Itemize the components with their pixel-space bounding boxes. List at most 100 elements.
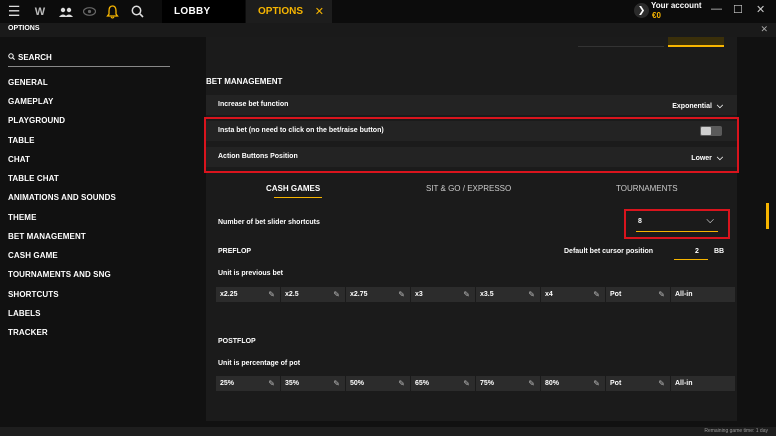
sidebar-item-animations-and-sounds[interactable]: ANIMATIONS AND SOUNDS xyxy=(8,193,116,202)
sidebar-item-table-chat[interactable]: TABLE CHAT xyxy=(8,174,59,183)
active-tab-indicator xyxy=(274,197,322,198)
cursor-position-input[interactable]: 2 xyxy=(695,248,699,255)
highlight-box xyxy=(204,117,739,173)
main-content: BET MANAGEMENT Increase bet function Exp… xyxy=(194,37,776,427)
maximize-icon[interactable]: ☐ xyxy=(733,3,743,16)
search-icon[interactable] xyxy=(129,3,145,20)
chip-value: 80% xyxy=(545,380,560,387)
preflop-chip[interactable]: x3.5 ✎ xyxy=(476,287,540,302)
chip-value: All-in xyxy=(675,291,693,298)
pencil-icon[interactable]: ✎ xyxy=(398,287,405,302)
chip-value: x2.75 xyxy=(350,291,368,298)
brand-logo-icon[interactable]: W xyxy=(30,3,50,20)
preflop-unit-label: Unit is previous bet xyxy=(218,270,283,277)
scrolled-field xyxy=(578,37,664,47)
bell-icon[interactable] xyxy=(105,3,119,20)
sidebar-item-theme[interactable]: THEME xyxy=(8,213,37,222)
eye-icon[interactable] xyxy=(82,3,96,20)
preflop-chips: x2.25 ✎ x2.5 ✎ x2.75 ✎ x3 ✎ x3.5 ✎ x4 ✎ Pot ✎ All-in xyxy=(216,287,735,302)
sidebar-item-gameplay[interactable]: GAMEPLAY xyxy=(8,97,53,106)
menu-icon[interactable]: ☰ xyxy=(6,3,22,20)
minimize-icon[interactable]: — xyxy=(711,3,722,15)
search-input[interactable]: SEARCH xyxy=(8,53,52,62)
tab-options[interactable]: OPTIONS ✕ xyxy=(246,0,332,23)
pencil-icon[interactable]: ✎ xyxy=(333,287,340,302)
increase-bet-dropdown[interactable]: Exponential ⌵ xyxy=(672,101,723,111)
section-title-bet-management: BET MANAGEMENT xyxy=(206,77,283,86)
postflop-chip[interactable]: 50% ✎ xyxy=(346,376,410,391)
increase-bet-row[interactable]: Increase bet function Exponential ⌵ xyxy=(206,95,737,115)
top-bar: ☰ W LOBBY OPTIONS ✕ ❯ Your account €0 — … xyxy=(0,0,776,23)
sidebar-item-playground[interactable]: PLAYGROUND xyxy=(8,116,65,125)
close-window-icon[interactable]: ✕ xyxy=(756,3,765,16)
tab-sit-and-go[interactable]: SIT & GO / EXPRESSO xyxy=(426,184,511,193)
chip-value: x2.25 xyxy=(220,291,238,298)
pencil-icon[interactable]: ✎ xyxy=(528,287,535,302)
preflop-chip[interactable]: x2.5 ✎ xyxy=(281,287,345,302)
preflop-chip[interactable]: All-in xyxy=(671,287,735,302)
close-icon[interactable]: ✕ xyxy=(760,24,768,35)
section-title-postflop: POSTFLOP xyxy=(218,338,256,345)
account-label[interactable]: Your account xyxy=(651,1,702,10)
preflop-chip[interactable]: x2.25 ✎ xyxy=(216,287,280,302)
scrollbar-thumb[interactable] xyxy=(766,203,769,229)
page-title: OPTIONS xyxy=(8,25,40,32)
postflop-chip[interactable]: 75% ✎ xyxy=(476,376,540,391)
pencil-icon[interactable]: ✎ xyxy=(658,376,665,391)
sidebar-item-general[interactable]: GENERAL xyxy=(8,78,48,87)
tab-tournaments[interactable]: TOURNAMENTS xyxy=(616,184,678,193)
pencil-icon[interactable]: ✎ xyxy=(268,376,275,391)
postflop-chip[interactable]: 65% ✎ xyxy=(411,376,475,391)
postflop-chip[interactable]: Pot ✎ xyxy=(606,376,670,391)
preflop-chip[interactable]: x3 ✎ xyxy=(411,287,475,302)
postflop-chip[interactable]: 80% ✎ xyxy=(541,376,605,391)
close-tab-icon[interactable]: ✕ xyxy=(315,5,324,18)
chip-value: x4 xyxy=(545,291,553,298)
preflop-chip[interactable]: x2.75 ✎ xyxy=(346,287,410,302)
pencil-icon[interactable]: ✎ xyxy=(528,376,535,391)
sidebar-item-chat[interactable]: CHAT xyxy=(8,155,30,164)
sidebar-item-bet-management[interactable]: BET MANAGEMENT xyxy=(8,232,86,241)
sidebar-item-tournaments-and-sng[interactable]: TOURNAMENTS AND SNG xyxy=(8,270,111,279)
pencil-icon[interactable]: ✎ xyxy=(333,376,340,391)
increase-bet-label: Increase bet function xyxy=(218,101,289,108)
cursor-input-underline xyxy=(674,259,708,260)
settings-panel: BET MANAGEMENT Increase bet function Exp… xyxy=(204,37,739,421)
shortcut-count-label: Number of bet slider shortcuts xyxy=(218,219,320,226)
search-underline xyxy=(8,66,170,67)
section-title-preflop: PREFLOP xyxy=(218,248,252,255)
chip-value: 25% xyxy=(220,380,235,387)
pencil-icon[interactable]: ✎ xyxy=(593,376,600,391)
sidebar-item-table[interactable]: TABLE xyxy=(8,136,35,145)
pencil-icon[interactable]: ✎ xyxy=(268,287,275,302)
chip-value: 35% xyxy=(285,380,300,387)
sidebar-item-tracker[interactable]: TRACKER xyxy=(8,328,48,337)
sidebar-item-shortcuts[interactable]: SHORTCUTS xyxy=(8,290,59,299)
postflop-chip[interactable]: 35% ✎ xyxy=(281,376,345,391)
pencil-icon[interactable]: ✎ xyxy=(463,287,470,302)
sidebar-item-labels[interactable]: LABELS xyxy=(8,309,41,318)
preflop-chip[interactable]: x4 ✎ xyxy=(541,287,605,302)
status-bar: Remaining game time: 1 day xyxy=(0,427,776,436)
chip-value: 65% xyxy=(415,380,430,387)
account-balance: €0 xyxy=(652,11,661,20)
friends-icon[interactable] xyxy=(58,3,74,20)
scrolled-button[interactable] xyxy=(668,37,724,47)
cursor-position-label: Default bet cursor position xyxy=(564,248,654,255)
remaining-time: Remaining game time: 1 day xyxy=(704,428,768,434)
postflop-chip[interactable]: All-in xyxy=(671,376,735,391)
chevron-down-icon: ⌵ xyxy=(716,101,723,110)
pencil-icon[interactable]: ✎ xyxy=(398,376,405,391)
pencil-icon[interactable]: ✎ xyxy=(658,287,665,302)
sidebar-item-cash-game[interactable]: CASH GAME xyxy=(8,251,58,260)
postflop-chips: 25% ✎ 35% ✎ 50% ✎ 65% ✎ 75% ✎ 80% ✎ Pot ✎ All-in xyxy=(216,376,735,391)
chevron-right-icon[interactable]: ❯ xyxy=(634,3,649,18)
pencil-icon[interactable]: ✎ xyxy=(463,376,470,391)
chip-value: x3.5 xyxy=(480,291,494,298)
pencil-icon[interactable]: ✎ xyxy=(593,287,600,302)
preflop-chip[interactable]: Pot ✎ xyxy=(606,287,670,302)
postflop-chip[interactable]: 25% ✎ xyxy=(216,376,280,391)
tab-lobby[interactable]: LOBBY xyxy=(162,0,245,23)
chip-value: 75% xyxy=(480,380,495,387)
tab-cash-games[interactable]: CASH GAMES xyxy=(266,184,320,193)
